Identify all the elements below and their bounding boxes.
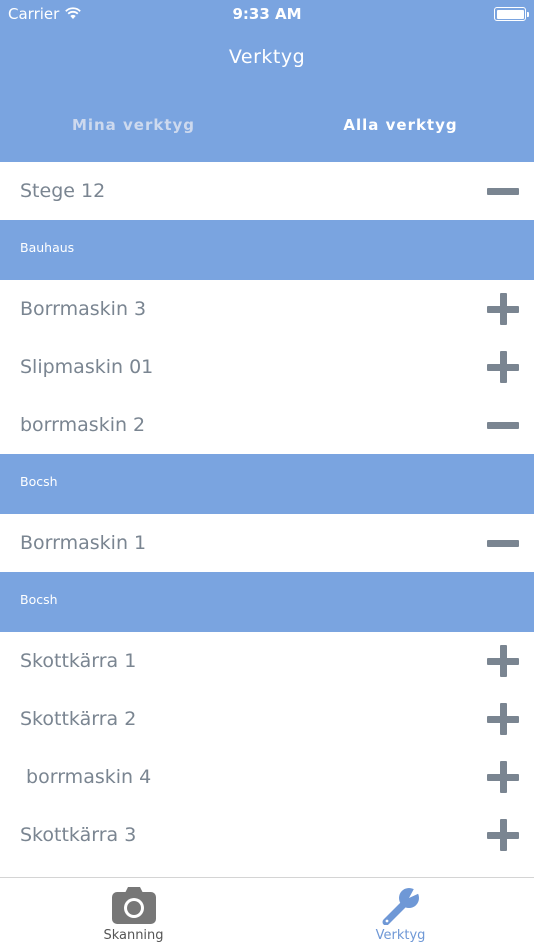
add-button[interactable] xyxy=(487,761,519,793)
tool-name: Skottkärra 2 xyxy=(20,708,137,730)
wrench-icon xyxy=(382,885,422,925)
tab-mina-verktyg[interactable]: Mina verktyg xyxy=(0,116,267,134)
tab-alla-verktyg[interactable]: Alla verktyg xyxy=(267,116,534,134)
tab-label: Verktyg xyxy=(375,928,426,943)
remove-button[interactable] xyxy=(487,409,519,441)
list-item[interactable]: borrmaskin 4 xyxy=(0,748,534,806)
list-item[interactable]: Skottkärra 1 xyxy=(0,632,534,690)
tool-name: borrmaskin 2 xyxy=(20,414,146,436)
add-button[interactable] xyxy=(487,819,519,851)
tool-name: Slipmaskin 01 xyxy=(20,356,154,378)
remove-button[interactable] xyxy=(487,527,519,559)
battery-icon xyxy=(494,7,529,21)
list-item[interactable]: Skottkärra 3 xyxy=(0,806,534,864)
tab-label: Skanning xyxy=(103,928,164,943)
tool-list: Stege 12 Bauhaus Borrmaskin 3 Slipmaskin… xyxy=(0,162,534,864)
list-item[interactable]: Slipmaskin 01 xyxy=(0,338,534,396)
page-title: Verktyg xyxy=(228,46,306,68)
section-header: Bocsh xyxy=(0,572,534,632)
tool-name: Stege 12 xyxy=(20,180,106,202)
tool-name: Borrmaskin 1 xyxy=(20,532,147,554)
section-header: Bauhaus xyxy=(0,220,534,280)
status-bar: Carrier 9:33 AM xyxy=(0,0,534,28)
section-title: Bocsh xyxy=(20,592,58,607)
section-title: Bocsh xyxy=(20,474,58,489)
tool-name: borrmaskin 4 xyxy=(20,766,152,788)
add-button[interactable] xyxy=(487,645,519,677)
list-item[interactable]: Borrmaskin 1 xyxy=(0,514,534,572)
add-button[interactable] xyxy=(487,703,519,735)
list-item[interactable]: borrmaskin 2 xyxy=(0,396,534,454)
status-time: 9:33 AM xyxy=(232,5,302,23)
tab-skanning[interactable]: Skanning xyxy=(0,878,267,951)
tab-bar: Skanning Verktyg xyxy=(0,877,534,950)
tool-name: Borrmaskin 3 xyxy=(20,298,147,320)
section-title: Bauhaus xyxy=(20,240,75,255)
add-button[interactable] xyxy=(487,293,519,325)
remove-button[interactable] xyxy=(487,175,519,207)
add-button[interactable] xyxy=(487,351,519,383)
minus-icon xyxy=(487,187,519,195)
minus-icon xyxy=(487,421,519,429)
section-header: Bocsh xyxy=(0,454,534,514)
minus-icon xyxy=(487,539,519,547)
tool-name: Skottkärra 1 xyxy=(20,650,137,672)
tab-verktyg[interactable]: Verktyg xyxy=(267,878,534,951)
list-item[interactable]: Borrmaskin 3 xyxy=(0,280,534,338)
list-item[interactable]: Skottkärra 2 xyxy=(0,690,534,748)
header: Carrier 9:33 AM Verktyg Mina verktyg All… xyxy=(0,0,534,162)
camera-icon xyxy=(112,887,156,924)
list-item[interactable]: Stege 12 xyxy=(0,162,534,220)
tool-name: Skottkärra 3 xyxy=(20,824,137,846)
